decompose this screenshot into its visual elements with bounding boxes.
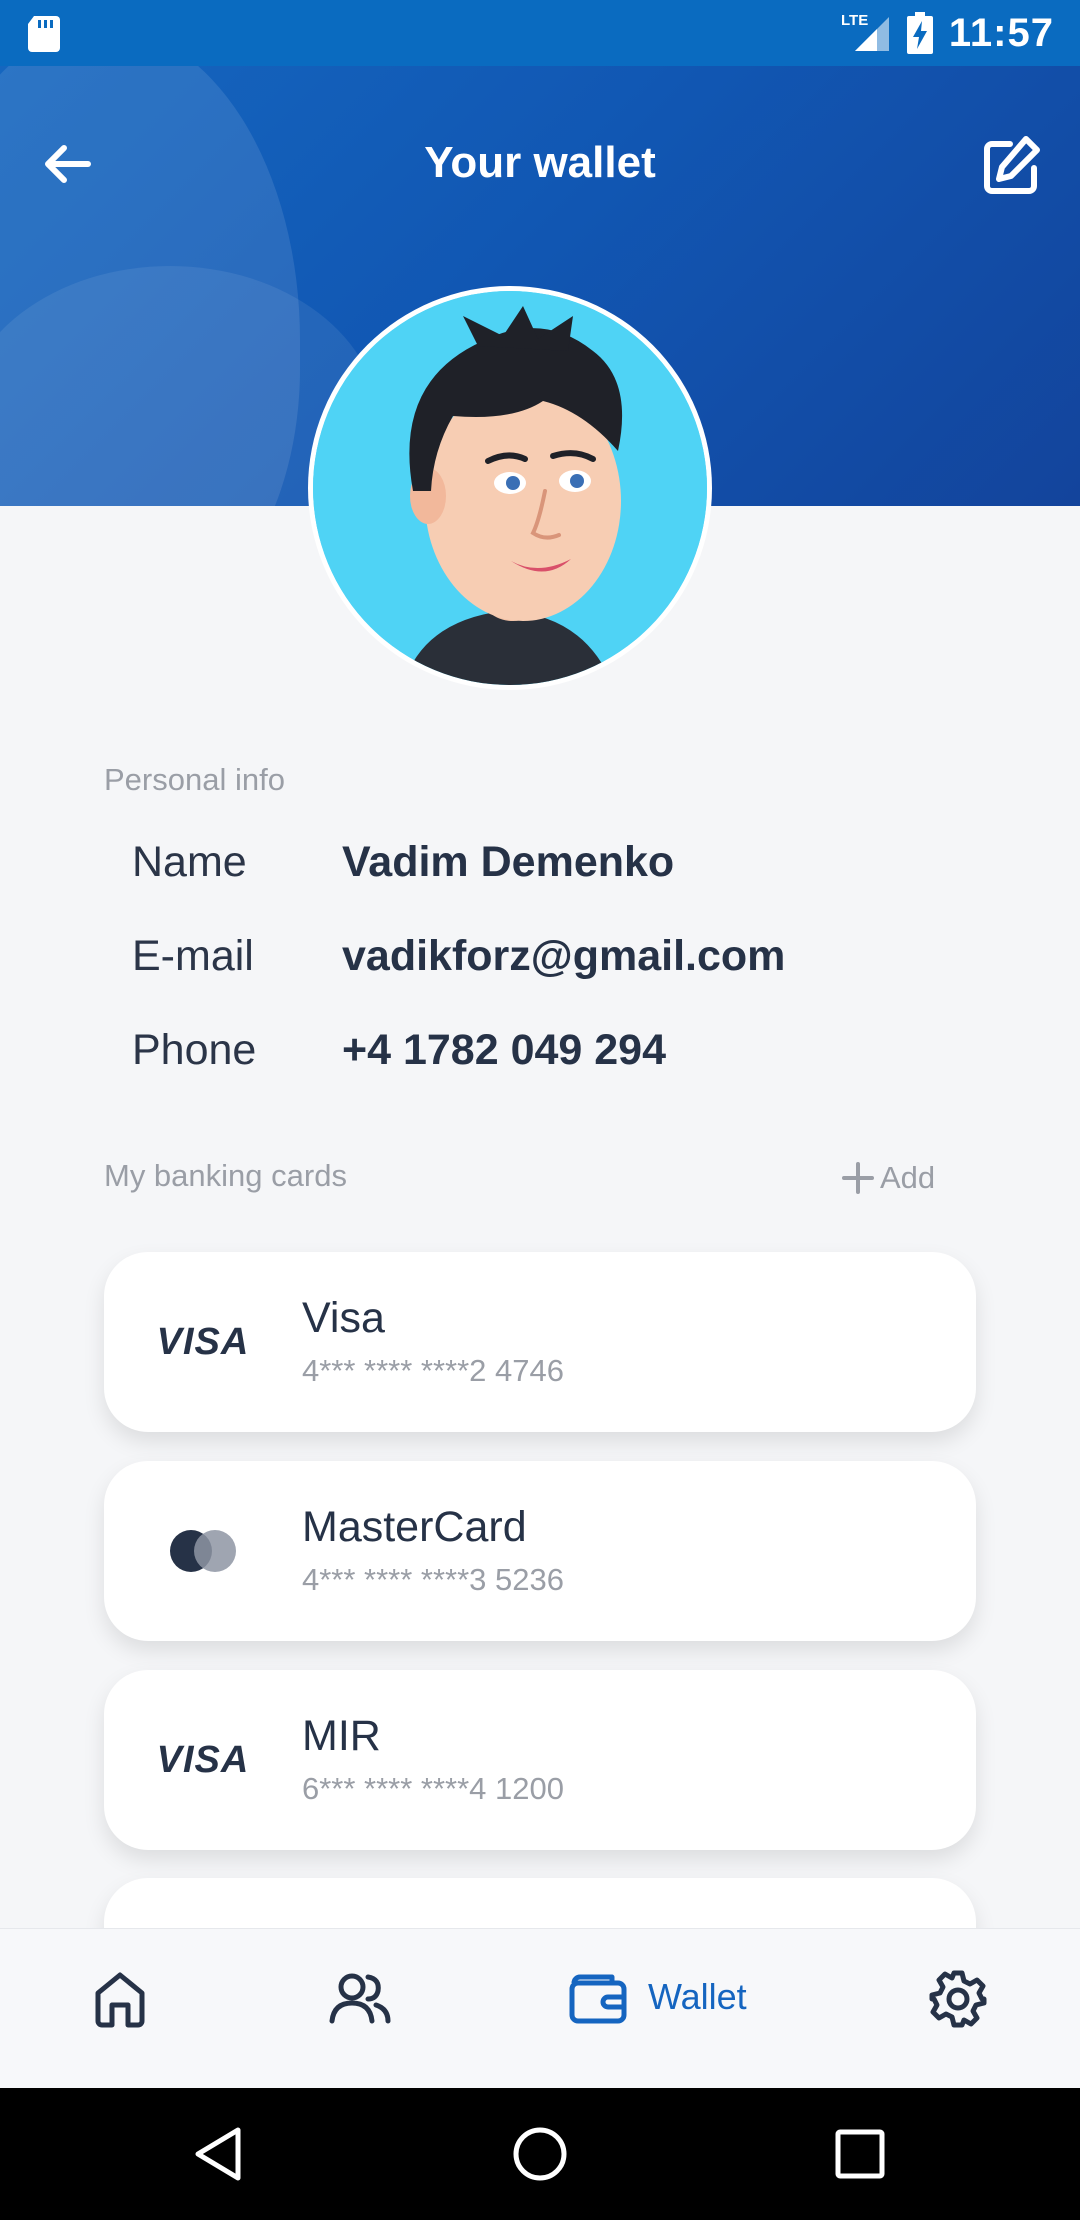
card-item-mir[interactable]: VISA MIR 6*** **** ****4 1200 xyxy=(104,1670,976,1850)
info-value: +4 1782 049 294 xyxy=(342,1026,667,1074)
nav-contacts[interactable] xyxy=(328,1969,392,2029)
info-row-name: Name Vadim Demenko xyxy=(132,838,674,887)
visa-logo: VISA xyxy=(156,1738,250,1781)
card-name: MasterCard xyxy=(302,1503,527,1551)
lte-signal-icon: LTE xyxy=(841,12,889,51)
wallet-icon xyxy=(569,1974,627,2024)
svg-text:LTE: LTE xyxy=(841,12,868,29)
card-number: 4*** **** ****2 4746 xyxy=(302,1353,564,1388)
info-key: Name xyxy=(132,838,247,886)
home-icon xyxy=(95,1972,145,2028)
section-label-banking-cards: My banking cards xyxy=(104,1158,347,1193)
edit-icon[interactable] xyxy=(980,134,1044,198)
users-icon xyxy=(329,1973,391,2024)
bottom-nav: Wallet xyxy=(0,1928,1080,2088)
add-card-button[interactable]: Add xyxy=(840,1160,935,1196)
system-nav-bar xyxy=(0,2088,1080,2220)
sd-card-icon xyxy=(28,16,60,52)
wallet-screen: LTE 11:57 Your wallet Personal info Name… xyxy=(0,0,1080,2220)
card-name: MIR xyxy=(302,1712,381,1760)
system-recents-icon[interactable] xyxy=(832,2126,888,2182)
card-number: 6*** **** ****4 1200 xyxy=(302,1771,564,1806)
system-home-icon[interactable] xyxy=(510,2124,570,2184)
card-name: Visa xyxy=(302,1294,385,1342)
info-row-phone: Phone +4 1782 049 294 xyxy=(132,1026,666,1075)
settings-icon xyxy=(929,1970,987,2028)
visa-logo: VISA xyxy=(156,1320,250,1363)
add-card-label: Add xyxy=(880,1160,936,1195)
info-key: Phone xyxy=(132,1026,257,1074)
page-title: Your wallet xyxy=(424,138,656,187)
nav-settings[interactable] xyxy=(928,1969,988,2029)
mastercard-logo xyxy=(170,1530,236,1572)
info-key: E-mail xyxy=(132,932,254,980)
status-bar: LTE 11:57 xyxy=(0,0,1080,66)
status-time: 11:57 xyxy=(948,10,1054,55)
nav-home[interactable] xyxy=(92,1969,148,2029)
card-item-mastercard[interactable]: MasterCard 4*** **** ****3 5236 xyxy=(104,1461,976,1641)
plus-icon xyxy=(842,1162,874,1194)
avatar-portrait xyxy=(313,291,707,685)
nav-wallet-label: Wallet xyxy=(648,1976,747,2017)
info-row-email: E-mail vadikforz@gmail.com xyxy=(132,932,785,981)
card-item-visa[interactable]: VISA Visa 4*** **** ****2 4746 xyxy=(104,1252,976,1432)
info-value: vadikforz@gmail.com xyxy=(342,932,786,980)
nav-wallet[interactable]: Wallet xyxy=(568,1969,747,2025)
battery-charging-icon xyxy=(906,12,933,54)
card-number: 4*** **** ****3 5236 xyxy=(302,1562,564,1597)
system-back-icon[interactable] xyxy=(190,2124,250,2184)
info-value: Vadim Demenko xyxy=(342,838,675,886)
avatar[interactable] xyxy=(308,286,712,690)
back-arrow-icon[interactable] xyxy=(38,128,102,192)
section-label-personal-info: Personal info xyxy=(104,762,285,797)
